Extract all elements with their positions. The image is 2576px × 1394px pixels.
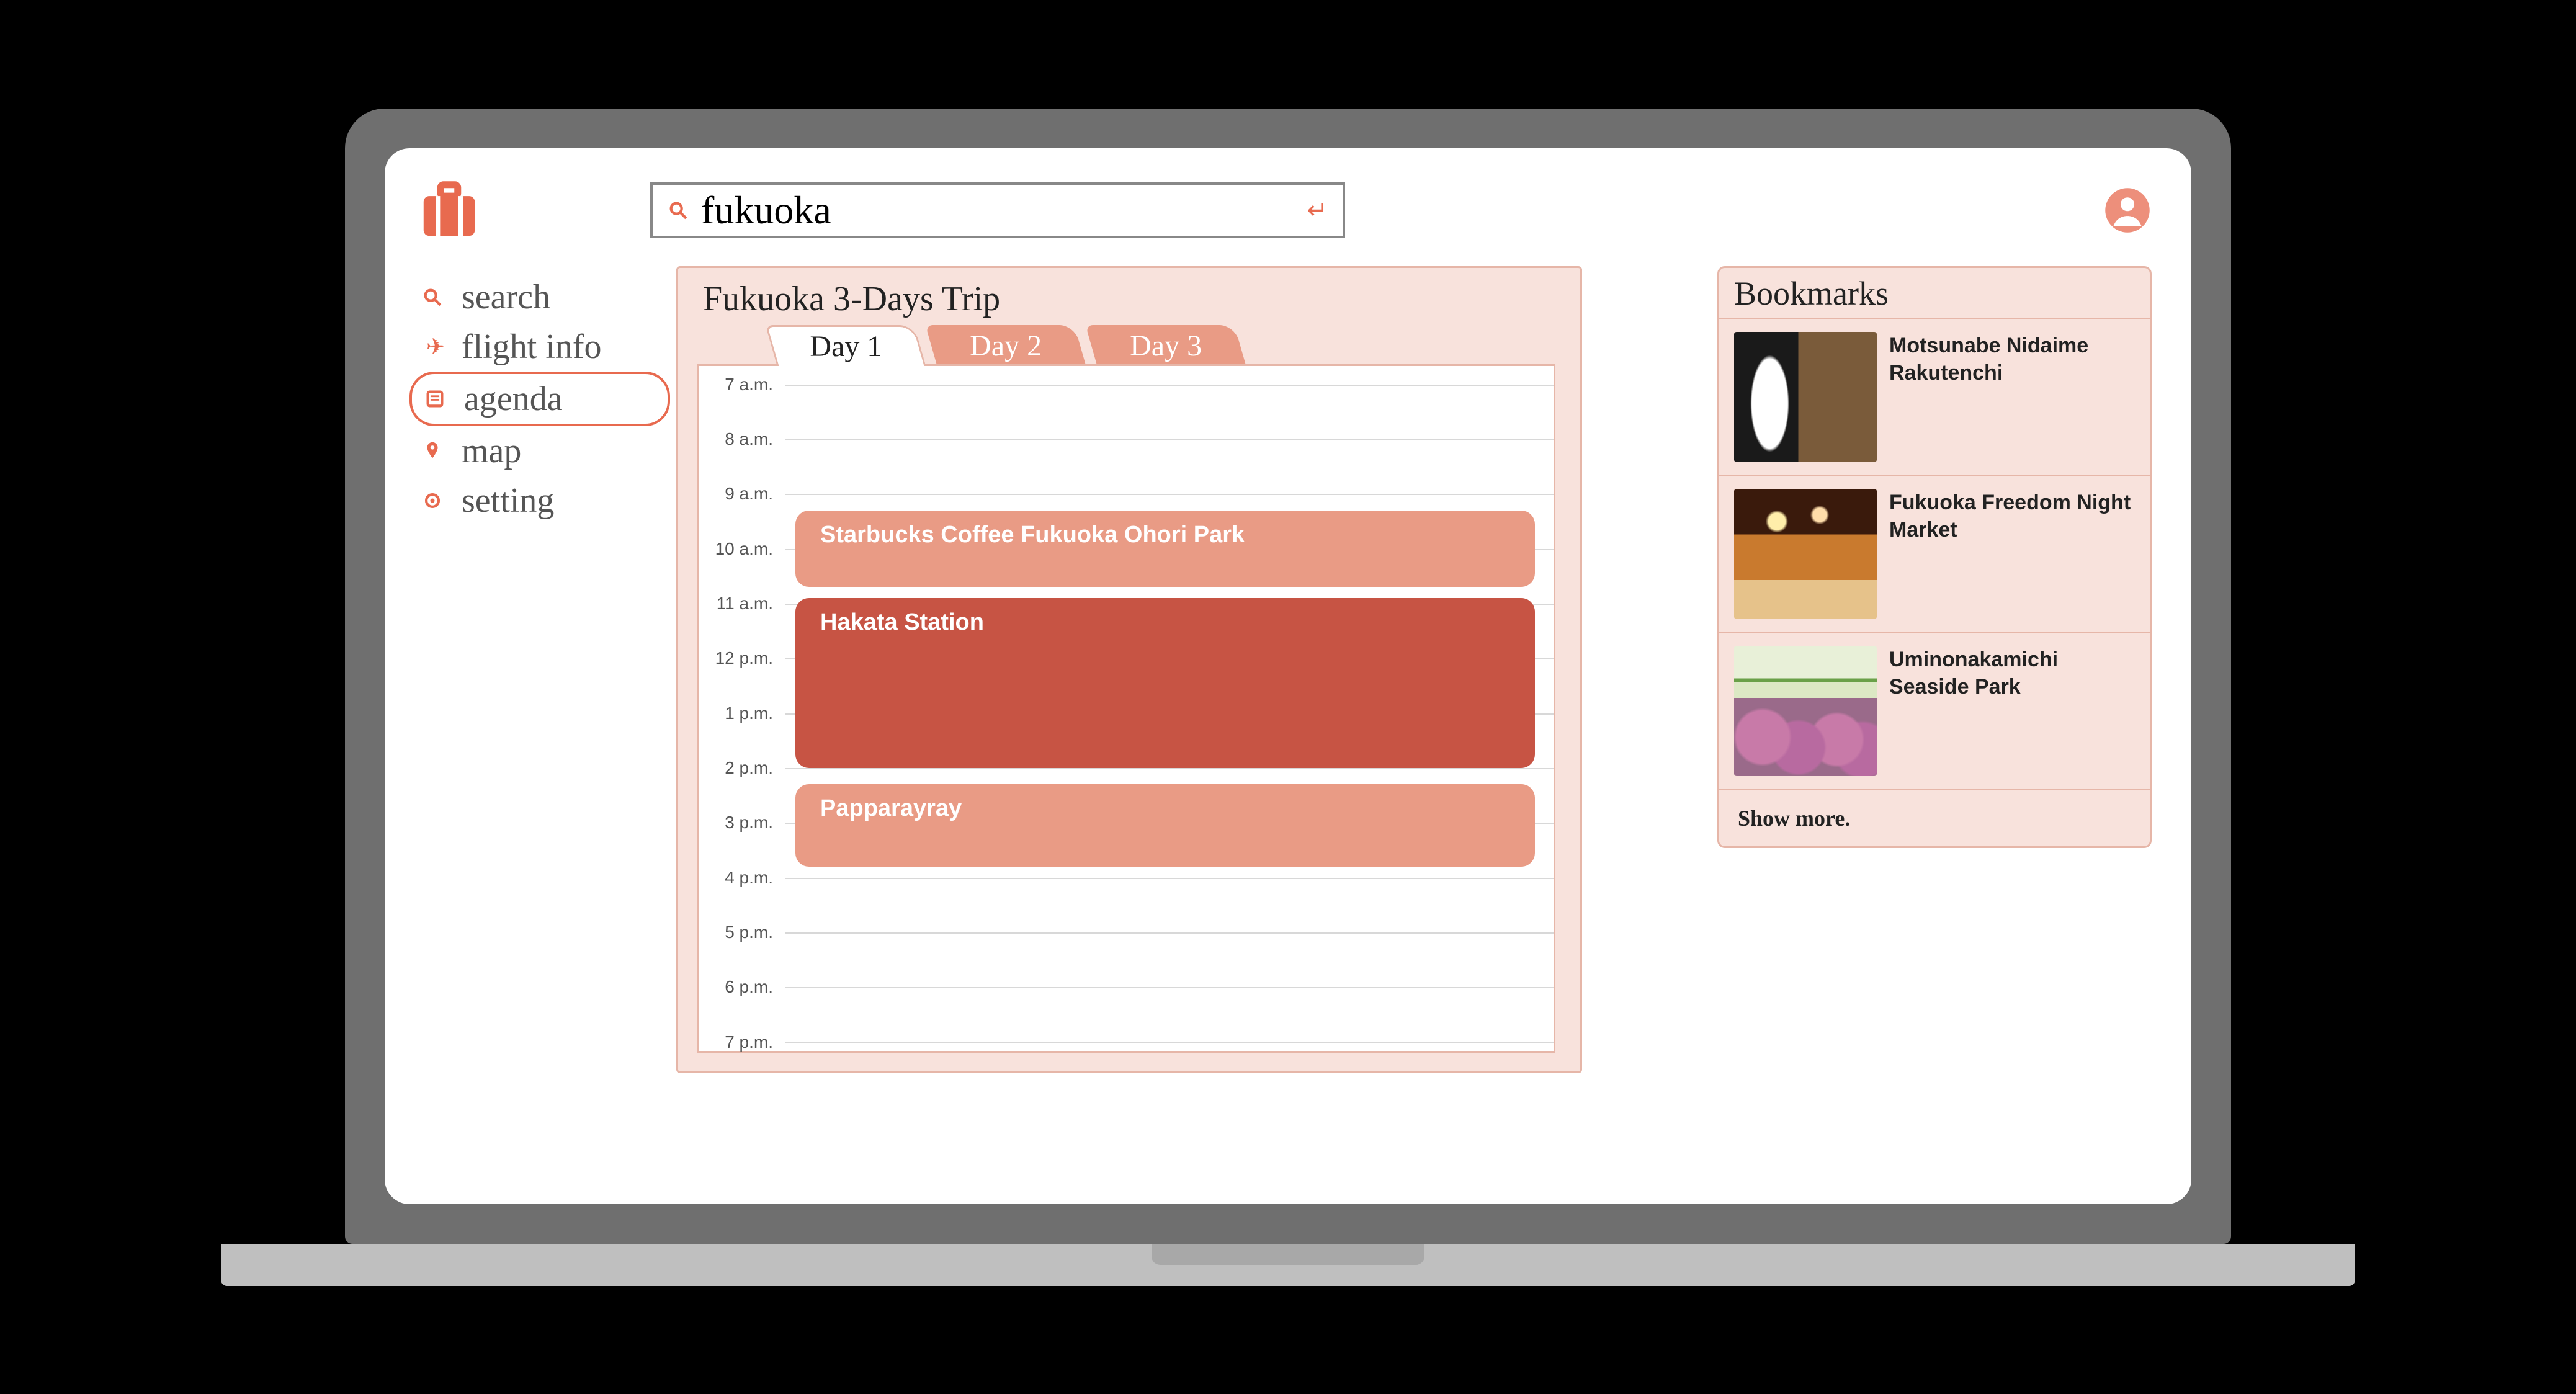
hour-gridline: [785, 878, 1554, 879]
bookmark-item[interactable]: Uminonakamichi Seaside Park: [1719, 633, 2150, 790]
hour-gridline: [785, 439, 1554, 440]
hour-gridline: [785, 385, 1554, 386]
search-input[interactable]: [700, 187, 1307, 234]
hour-label: 1 p.m.: [699, 704, 779, 723]
tab-day-1[interactable]: Day 1: [766, 325, 926, 366]
schedule-grid: 7 a.m. 8 a.m. 9 a.m. 10 a.m. 11 a.m. 12 p.m. 1…: [697, 364, 1555, 1053]
hour-label: 11 a.m.: [699, 594, 779, 614]
hour-label: 7 p.m.: [699, 1032, 779, 1052]
time-axis: 7 a.m. 8 a.m. 9 a.m. 10 a.m. 11 a.m. 12 p.m. 1…: [699, 366, 785, 1051]
event-area: Starbucks Coffee Fukuoka Ohori Park Hakat…: [785, 366, 1554, 1051]
hour-label: 6 p.m.: [699, 977, 779, 997]
hour-gridline: [785, 987, 1554, 988]
user-avatar-icon[interactable]: [2103, 186, 2152, 235]
hour-label: 8 a.m.: [699, 429, 779, 449]
map-pin-icon: [422, 440, 449, 462]
bookmark-label: Fukuoka Freedom Night Market: [1889, 489, 2135, 543]
agenda-icon: [424, 388, 452, 409]
sidebar-item-map[interactable]: map: [409, 426, 670, 476]
search-bar[interactable]: ↵: [650, 182, 1345, 238]
bookmarks-panel: Bookmarks Motsunabe Nidaime Rakutenchi F…: [1717, 266, 2152, 848]
search-icon: [422, 287, 449, 308]
gear-icon: [422, 490, 449, 511]
laptop-notch: [1152, 1244, 1424, 1265]
sidebar-item-label: search: [462, 277, 550, 317]
sidebar-item-setting[interactable]: setting: [409, 476, 670, 525]
sidebar-item-search[interactable]: search: [409, 272, 670, 322]
laptop-lid: ↵ search ✈: [345, 109, 2231, 1244]
header: ↵: [409, 173, 2152, 248]
sidebar-item-agenda[interactable]: agenda: [409, 372, 670, 426]
hour-gridline: [785, 768, 1554, 769]
tab-label: Day 2: [970, 328, 1042, 362]
hour-label: 10 a.m.: [699, 539, 779, 559]
app-window: ↵ search ✈: [385, 148, 2191, 1204]
hour-label: 4 p.m.: [699, 868, 779, 888]
hour-label: 9 a.m.: [699, 484, 779, 504]
bookmark-label: Motsunabe Nidaime Rakutenchi: [1889, 332, 2135, 386]
agenda-panel: Fukuoka 3-Days Trip Day 1 Day 2 Day 3 7 …: [676, 266, 1582, 1073]
day-tabs: Day 1 Day 2 Day 3: [771, 325, 1555, 366]
sidebar-item-label: setting: [462, 481, 554, 521]
hour-label: 12 p.m.: [699, 648, 779, 668]
hour-label: 7 a.m.: [699, 375, 779, 395]
sidebar-item-label: agenda: [464, 379, 563, 419]
sidebar-item-flight-info[interactable]: ✈ flight info: [409, 322, 670, 372]
bookmark-item[interactable]: Motsunabe Nidaime Rakutenchi: [1719, 319, 2150, 476]
bookmarks-title: Bookmarks: [1719, 268, 2150, 319]
tab-day-3[interactable]: Day 3: [1086, 325, 1246, 366]
bookmark-thumbnail: [1734, 332, 1877, 462]
sidebar-nav: search ✈ flight info agenda map: [409, 266, 670, 1189]
tab-day-2[interactable]: Day 2: [926, 325, 1086, 366]
sidebar-item-label: flight info: [462, 327, 602, 367]
app-logo-suitcase-icon: [409, 173, 489, 248]
laptop-base: [221, 1244, 2355, 1286]
tab-label: Day 1: [810, 329, 882, 364]
enter-icon: ↵: [1307, 195, 1328, 225]
bookmarks-show-more[interactable]: Show more.: [1719, 790, 2150, 846]
bookmark-thumbnail: [1734, 646, 1877, 776]
laptop-frame: ↵ search ✈: [345, 109, 2231, 1286]
hour-gridline: [785, 932, 1554, 934]
plane-icon: ✈: [422, 334, 449, 360]
main-content: Fukuoka 3-Days Trip Day 1 Day 2 Day 3 7 …: [670, 266, 1680, 1189]
agenda-event[interactable]: Papparayray: [795, 784, 1535, 867]
hour-label: 5 p.m.: [699, 923, 779, 942]
search-icon: [668, 200, 689, 221]
agenda-title: Fukuoka 3-Days Trip: [703, 279, 1555, 319]
hour-label: 2 p.m.: [699, 758, 779, 778]
bookmarks-sidebar: Bookmarks Motsunabe Nidaime Rakutenchi F…: [1717, 266, 2152, 1189]
hour-label: 3 p.m.: [699, 813, 779, 833]
sidebar-item-label: map: [462, 431, 521, 471]
tab-label: Day 3: [1130, 328, 1202, 362]
bookmark-thumbnail: [1734, 489, 1877, 619]
hour-gridline: [785, 494, 1554, 495]
agenda-event[interactable]: Starbucks Coffee Fukuoka Ohori Park: [795, 511, 1535, 588]
hour-gridline: [785, 1042, 1554, 1043]
agenda-event[interactable]: Hakata Station: [795, 598, 1535, 768]
bookmark-label: Uminonakamichi Seaside Park: [1889, 646, 2135, 700]
bookmark-item[interactable]: Fukuoka Freedom Night Market: [1719, 476, 2150, 633]
